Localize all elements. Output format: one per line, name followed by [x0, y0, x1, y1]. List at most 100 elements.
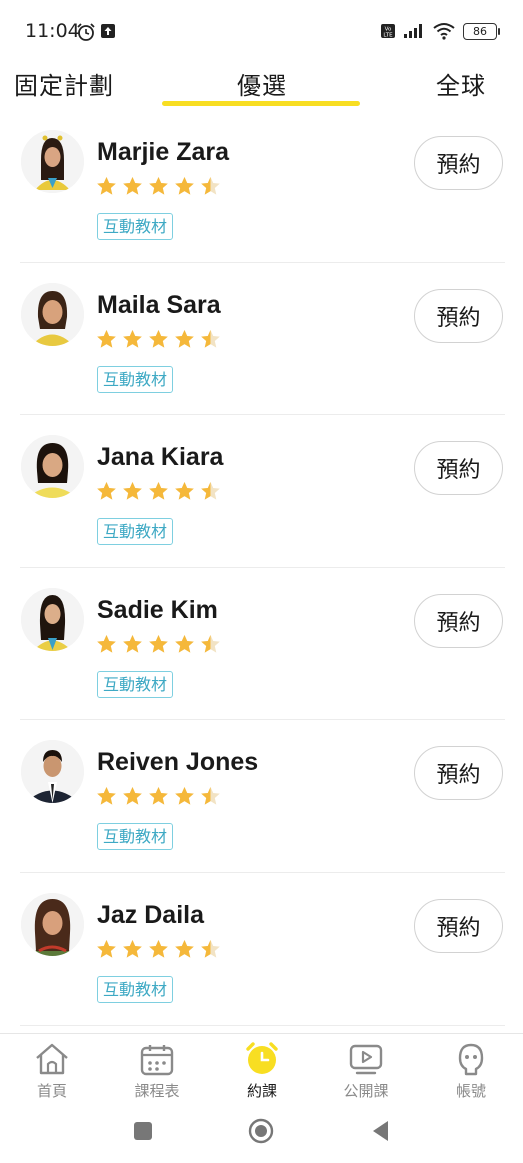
divider [20, 1024, 505, 1026]
nav-home[interactable]: 首頁 [12, 1042, 92, 1101]
active-tab-indicator [162, 101, 360, 106]
recents-button-icon[interactable] [133, 1121, 153, 1141]
teacher-name: Reiven Jones [97, 748, 259, 777]
star-half-icon [201, 634, 220, 653]
nav-book-class[interactable]: 約課 [222, 1042, 302, 1101]
star-full-icon [175, 177, 194, 195]
user-face-icon [458, 1043, 484, 1076]
status-time: 11:04 [25, 20, 80, 42]
nav-home-label: 首頁 [36, 1082, 67, 1100]
tab-global[interactable]: 全球 [436, 66, 486, 101]
back-button-icon[interactable] [370, 1119, 390, 1143]
star-full-icon [149, 177, 168, 195]
star-full-icon [123, 787, 142, 805]
wifi-icon [433, 23, 455, 40]
book-button[interactable]: 預約 [414, 898, 503, 953]
teacher-card[interactable]: Jaz Daila 互動教材 預約 [0, 873, 523, 1026]
star-full-icon [97, 787, 116, 805]
teacher-card[interactable]: Reiven Jones 互動教材 預約 [0, 720, 523, 873]
star-full-icon [149, 634, 168, 653]
star-full-icon [123, 482, 142, 500]
teacher-name: Jana Kiara [97, 443, 224, 472]
interactive-material-tag: 互動教材 [97, 213, 174, 240]
rating-stars [96, 939, 221, 960]
tab-fixed-plan[interactable]: 固定計劃 [14, 66, 114, 101]
rating-stars [96, 329, 221, 350]
star-full-icon [123, 939, 142, 958]
nav-account[interactable]: 帳號 [431, 1042, 511, 1101]
star-half-icon [201, 482, 220, 500]
rating-stars [96, 481, 221, 502]
teacher-avatar[interactable] [21, 130, 84, 193]
star-full-icon [97, 939, 116, 958]
tab-bar: 固定計劃 優選 全球 [0, 62, 523, 110]
star-full-icon [149, 329, 168, 348]
nav-open-class[interactable]: 公開課 [326, 1042, 406, 1101]
tab-preferred[interactable]: 優選 [237, 66, 287, 101]
rating-stars [96, 786, 221, 807]
star-full-icon [175, 329, 194, 348]
star-full-icon [97, 329, 116, 348]
teacher-avatar[interactable] [21, 435, 84, 499]
star-full-icon [149, 939, 168, 958]
teacher-avatar[interactable] [21, 282, 84, 346]
book-button[interactable]: 預約 [414, 441, 503, 496]
teacher-avatar[interactable] [21, 587, 84, 651]
star-full-icon [175, 634, 194, 653]
star-full-icon [123, 329, 142, 348]
nav-account-label: 帳號 [455, 1082, 486, 1100]
interactive-material-tag: 互動教材 [97, 975, 174, 1003]
svg-text:LTE: LTE [383, 33, 393, 39]
nav-schedule[interactable]: 課程表 [117, 1042, 197, 1101]
teacher-name: Jaz Daila [97, 900, 205, 929]
teacher-name: Maila Sara [97, 290, 221, 319]
teacher-card[interactable]: Maila Sara 互動教材 預約 [0, 263, 523, 416]
teacher-name: Sadie Kim [97, 595, 218, 624]
interactive-material-tag: 互動教材 [97, 365, 174, 393]
star-full-icon [97, 634, 116, 653]
signal-icon [404, 24, 422, 38]
star-full-icon [97, 482, 116, 500]
upload-icon [101, 24, 115, 38]
nav-schedule-label: 課程表 [134, 1082, 180, 1100]
calendar-icon [140, 1045, 174, 1076]
star-full-icon [149, 787, 168, 805]
rating-stars [96, 634, 221, 655]
interactive-material-tag: 互動教材 [97, 670, 174, 698]
status-bar: 11:04 Vo LTE 86 [0, 0, 523, 62]
star-full-icon [149, 482, 168, 500]
teacher-name: Marjie Zara [97, 138, 230, 166]
star-full-icon [175, 787, 194, 805]
star-full-icon [175, 482, 194, 500]
status-right-icons: Vo LTE 86 [380, 22, 500, 40]
book-button[interactable]: 預約 [414, 136, 503, 190]
system-nav-bar [0, 1108, 523, 1163]
nav-book-class-label: 約課 [246, 1082, 277, 1100]
home-icon [36, 1043, 68, 1075]
teacher-card[interactable]: Sadie Kim 互動教材 預約 [0, 568, 523, 721]
star-half-icon [201, 329, 220, 348]
book-button[interactable]: 預約 [414, 288, 503, 343]
teacher-list: Marjie Zara 互動教材 預約 Maila Sara 互動教材 預約 J… [0, 110, 523, 1026]
battery-icon: 86 [463, 22, 500, 40]
alarm-clock-icon [246, 1042, 278, 1074]
book-button[interactable]: 預約 [414, 746, 503, 801]
star-half-icon [201, 939, 220, 958]
interactive-material-tag: 互動教材 [97, 823, 174, 851]
star-full-icon [123, 634, 142, 653]
teacher-avatar[interactable] [21, 892, 84, 956]
star-full-icon [175, 939, 194, 958]
video-play-icon [349, 1044, 383, 1075]
star-full-icon [123, 177, 142, 195]
bottom-nav: 首頁 課程表 約課 公開課 帳號 [0, 1033, 523, 1108]
teacher-card[interactable]: Marjie Zara 互動教材 預約 [0, 110, 523, 263]
book-button[interactable]: 預約 [414, 593, 503, 648]
volte-icon: Vo LTE [381, 24, 395, 39]
alarm-icon [77, 23, 95, 41]
teacher-card[interactable]: Jana Kiara 互動教材 預約 [0, 415, 523, 568]
home-button-icon[interactable] [248, 1118, 274, 1144]
teacher-avatar[interactable] [21, 740, 84, 804]
interactive-material-tag: 互動教材 [97, 518, 174, 546]
star-half-icon [201, 787, 220, 805]
star-half-icon [201, 177, 220, 195]
